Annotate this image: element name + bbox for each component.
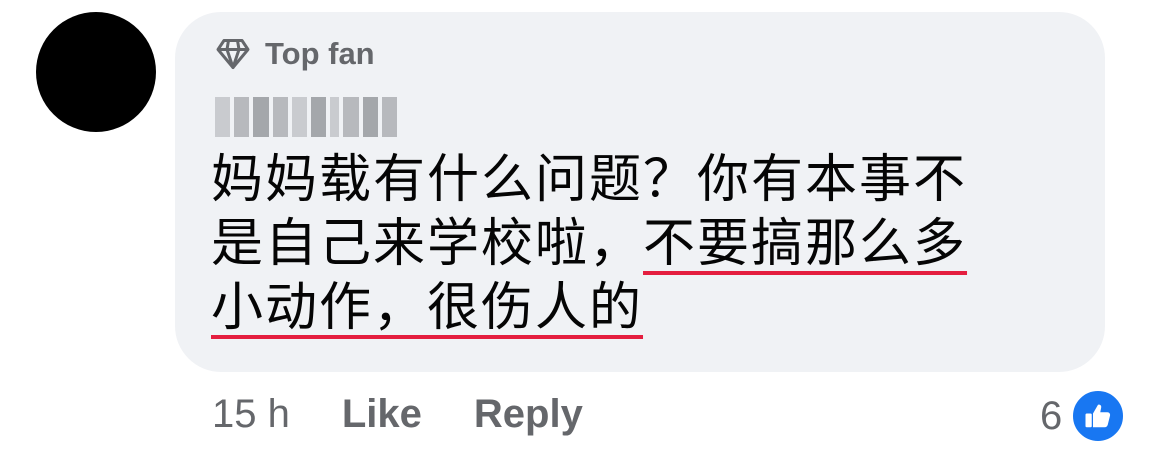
comment-line-3: 小动作，很伤人的 [211, 276, 1081, 340]
like-button[interactable]: Like [342, 392, 422, 437]
avatar[interactable] [36, 12, 156, 132]
top-fan-badge: Top fan [215, 36, 375, 72]
timestamp[interactable]: 15 h [212, 392, 290, 437]
badge-label: Top fan [265, 36, 375, 71]
comment-text: 妈妈载有什么问题？你有本事不 是自己来学校啦，不要搞那么多 小动作，很伤人的 [211, 148, 1081, 340]
underlined-text: 小动作，很伤人的 [211, 278, 644, 338]
reaction-count: 6 [1040, 393, 1063, 438]
underlined-text: 不要搞那么多 [643, 214, 968, 274]
diamond-icon [216, 39, 250, 69]
comment-actions: 15 h Like Reply [212, 392, 635, 437]
reaction-summary[interactable]: 6 [1040, 388, 1127, 444]
reply-button[interactable]: Reply [474, 392, 583, 437]
comment-bubble: Top fan 妈妈载有什么问题？你有本事不 是自己来学校啦，不要搞那么多 小动… [175, 12, 1105, 372]
comment-line-2: 是自己来学校啦，不要搞那么多 [211, 214, 968, 274]
thumbs-up-icon [1070, 388, 1127, 444]
commenter-name-redacted[interactable] [215, 97, 397, 137]
comment-line-1: 妈妈载有什么问题？你有本事不 [211, 150, 968, 210]
